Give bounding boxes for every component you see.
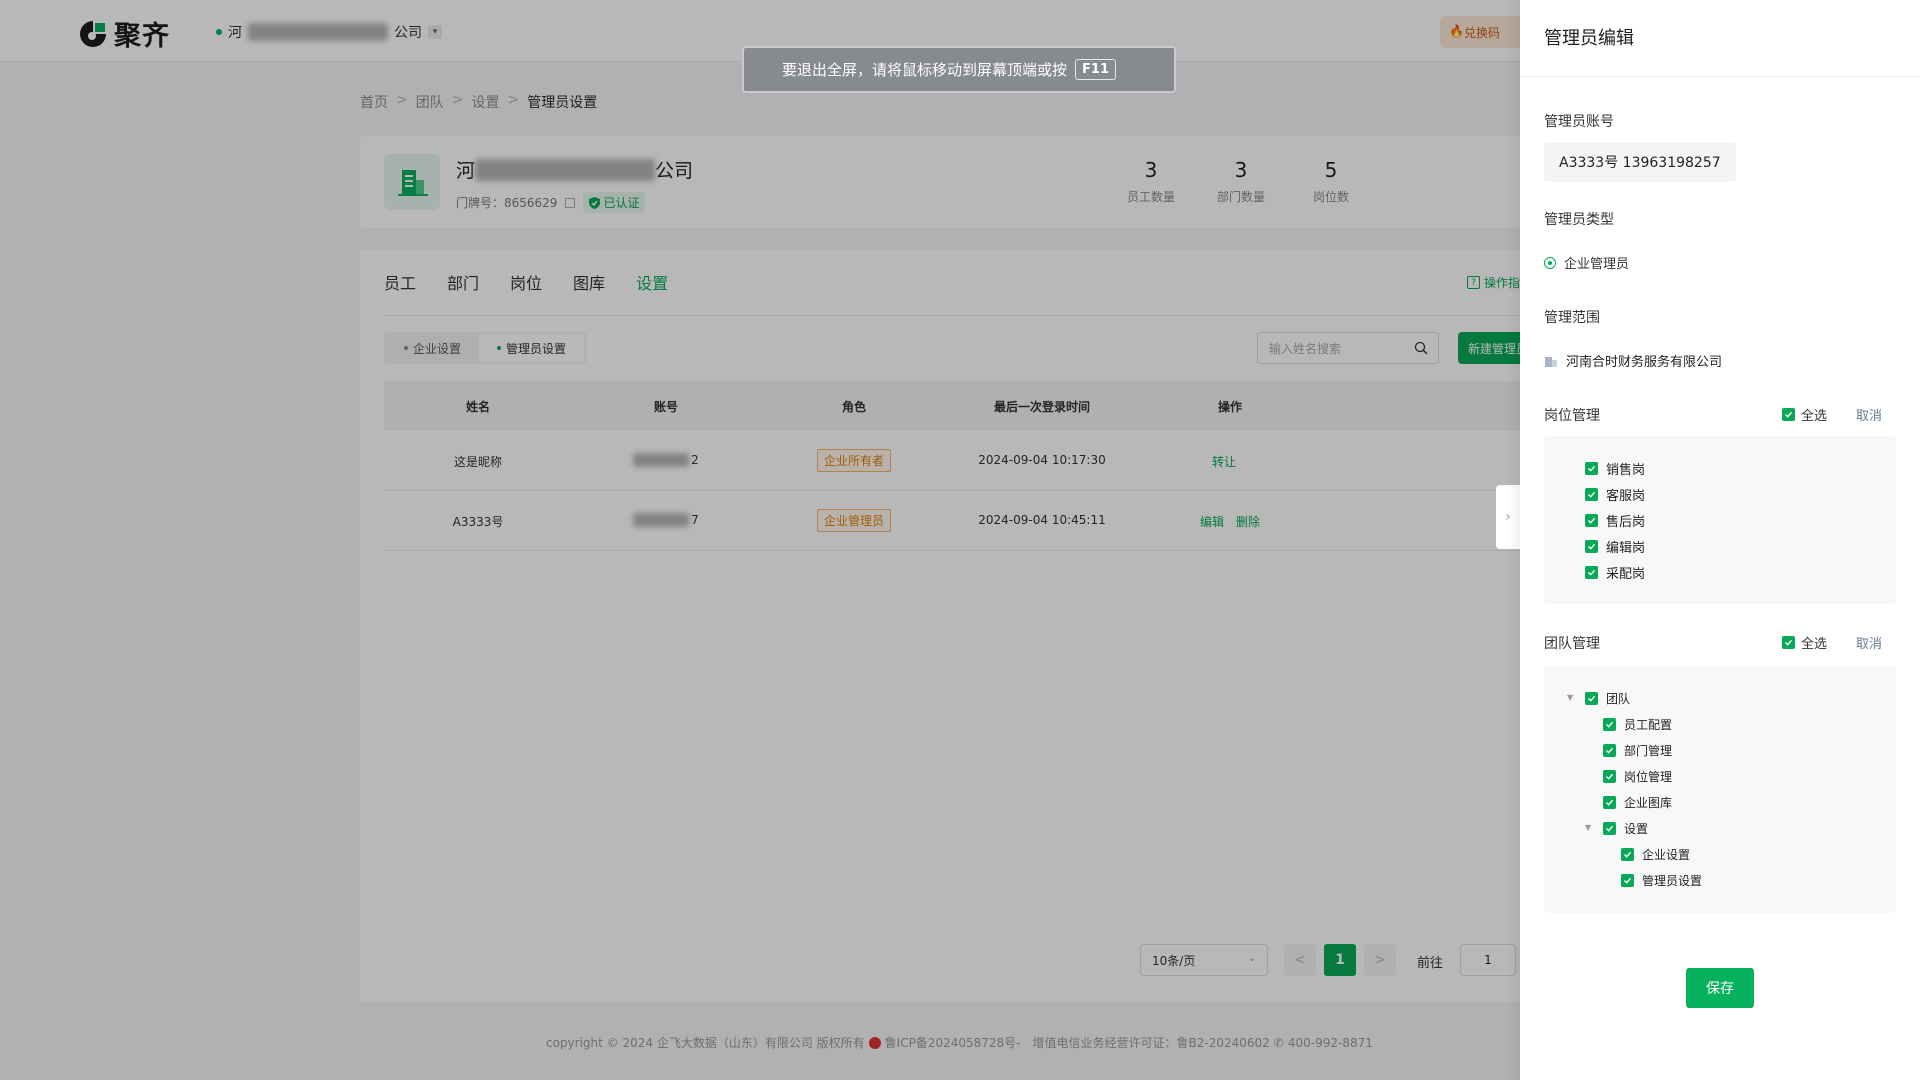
post-label: 客服岗 bbox=[1606, 489, 1646, 504]
drawer-collapse-button[interactable]: › bbox=[1496, 485, 1520, 549]
post-label: 采配岗 bbox=[1606, 567, 1646, 582]
fullscreen-tip-text: 要退出全屏，请将鼠标移动到屏幕顶端或按 bbox=[782, 61, 1068, 79]
team-cancel-link[interactable]: 取消 bbox=[1856, 633, 1882, 652]
modal-overlay[interactable] bbox=[0, 0, 1520, 1080]
tree-label: 设置 bbox=[1624, 822, 1649, 836]
account-label: 管理员账号 bbox=[1544, 114, 1614, 130]
save-button[interactable]: 保存 bbox=[1686, 968, 1754, 1008]
checkbox-checked-icon bbox=[1782, 408, 1795, 421]
checkbox-checked-icon bbox=[1621, 874, 1634, 887]
team-select-all[interactable]: 全选 bbox=[1782, 633, 1827, 652]
drawer-title: 管理员编辑 bbox=[1544, 28, 1634, 49]
admin-type-radio[interactable]: 企业管理员 bbox=[1544, 253, 1629, 272]
tree-label: 企业图库 bbox=[1624, 796, 1673, 810]
team-management-label: 团队管理 bbox=[1544, 636, 1600, 652]
fullscreen-exit-tip: 要退出全屏，请将鼠标移动到屏幕顶端或按 F11 bbox=[742, 46, 1176, 93]
select-all-label: 全选 bbox=[1801, 637, 1828, 652]
post-checkbox[interactable]: 采配岗 bbox=[1585, 563, 1645, 582]
expand-caret-icon[interactable]: ▼ bbox=[1567, 693, 1573, 702]
type-label: 管理员类型 bbox=[1544, 212, 1614, 228]
tree-node-team[interactable]: 团队 bbox=[1585, 690, 1630, 707]
admin-type-value: 企业管理员 bbox=[1564, 257, 1630, 272]
checkbox-checked-icon bbox=[1585, 566, 1598, 579]
post-label: 售后岗 bbox=[1606, 515, 1646, 530]
checkbox-checked-icon bbox=[1603, 744, 1616, 757]
select-all-label: 全选 bbox=[1801, 409, 1828, 424]
tree-label: 团队 bbox=[1606, 692, 1631, 706]
checkbox-checked-icon bbox=[1603, 796, 1616, 809]
post-checkbox[interactable]: 销售岗 bbox=[1585, 459, 1645, 478]
tree-label: 管理员设置 bbox=[1642, 874, 1703, 888]
tree-node[interactable]: 企业设置 bbox=[1621, 846, 1690, 863]
tree-node[interactable]: 员工配置 bbox=[1603, 716, 1672, 733]
checkbox-checked-icon bbox=[1603, 770, 1616, 783]
building-icon bbox=[1545, 356, 1557, 367]
post-checkbox[interactable]: 售后岗 bbox=[1585, 511, 1645, 530]
tree-label: 部门管理 bbox=[1624, 744, 1673, 758]
tree-node-settings[interactable]: 设置 bbox=[1603, 820, 1648, 837]
checkbox-checked-icon bbox=[1782, 636, 1795, 649]
expand-caret-icon[interactable]: ▼ bbox=[1585, 823, 1591, 832]
tree-node[interactable]: 企业图库 bbox=[1603, 794, 1672, 811]
post-cancel-link[interactable]: 取消 bbox=[1856, 405, 1882, 424]
post-checkbox-panel: 销售岗 客服岗 售后岗 编辑岗 采配岗 bbox=[1544, 436, 1896, 604]
checkbox-checked-icon bbox=[1603, 822, 1616, 835]
checkbox-checked-icon bbox=[1585, 462, 1598, 475]
tree-label: 岗位管理 bbox=[1624, 770, 1673, 784]
chevron-right-icon: › bbox=[1505, 509, 1511, 525]
post-checkbox[interactable]: 客服岗 bbox=[1585, 485, 1645, 504]
post-checkbox[interactable]: 编辑岗 bbox=[1585, 537, 1645, 556]
checkbox-checked-icon bbox=[1585, 514, 1598, 527]
scope-value-row: 河南合时财务服务有限公司 bbox=[1544, 351, 1722, 370]
checkbox-checked-icon bbox=[1621, 848, 1634, 861]
scope-label: 管理范围 bbox=[1544, 310, 1600, 326]
tree-node[interactable]: 岗位管理 bbox=[1603, 768, 1672, 785]
post-label: 编辑岗 bbox=[1606, 541, 1646, 556]
tree-label: 企业设置 bbox=[1642, 848, 1691, 862]
radio-icon bbox=[1544, 256, 1556, 269]
post-label: 销售岗 bbox=[1606, 463, 1646, 478]
checkbox-checked-icon bbox=[1603, 718, 1616, 731]
divider bbox=[1520, 76, 1920, 77]
f11-key: F11 bbox=[1075, 59, 1116, 80]
account-field: A3333号 13963198257 bbox=[1544, 142, 1736, 182]
tree-label: 员工配置 bbox=[1624, 718, 1673, 732]
scope-value: 河南合时财务服务有限公司 bbox=[1566, 355, 1723, 370]
post-management-label: 岗位管理 bbox=[1544, 408, 1600, 424]
tree-node[interactable]: 部门管理 bbox=[1603, 742, 1672, 759]
checkbox-checked-icon bbox=[1585, 540, 1598, 553]
tree-node[interactable]: 管理员设置 bbox=[1621, 872, 1702, 889]
post-select-all[interactable]: 全选 bbox=[1782, 405, 1827, 424]
checkbox-checked-icon bbox=[1585, 488, 1598, 501]
team-tree-panel: ▼ 团队 员工配置 部门管理 岗位管理 企业图库 ▼ 设置 企业设置 管理员设置 bbox=[1544, 665, 1896, 913]
admin-edit-drawer: 管理员编辑 管理员账号 A3333号 13963198257 管理员类型 企业管… bbox=[1520, 0, 1920, 1080]
checkbox-checked-icon bbox=[1585, 692, 1598, 705]
